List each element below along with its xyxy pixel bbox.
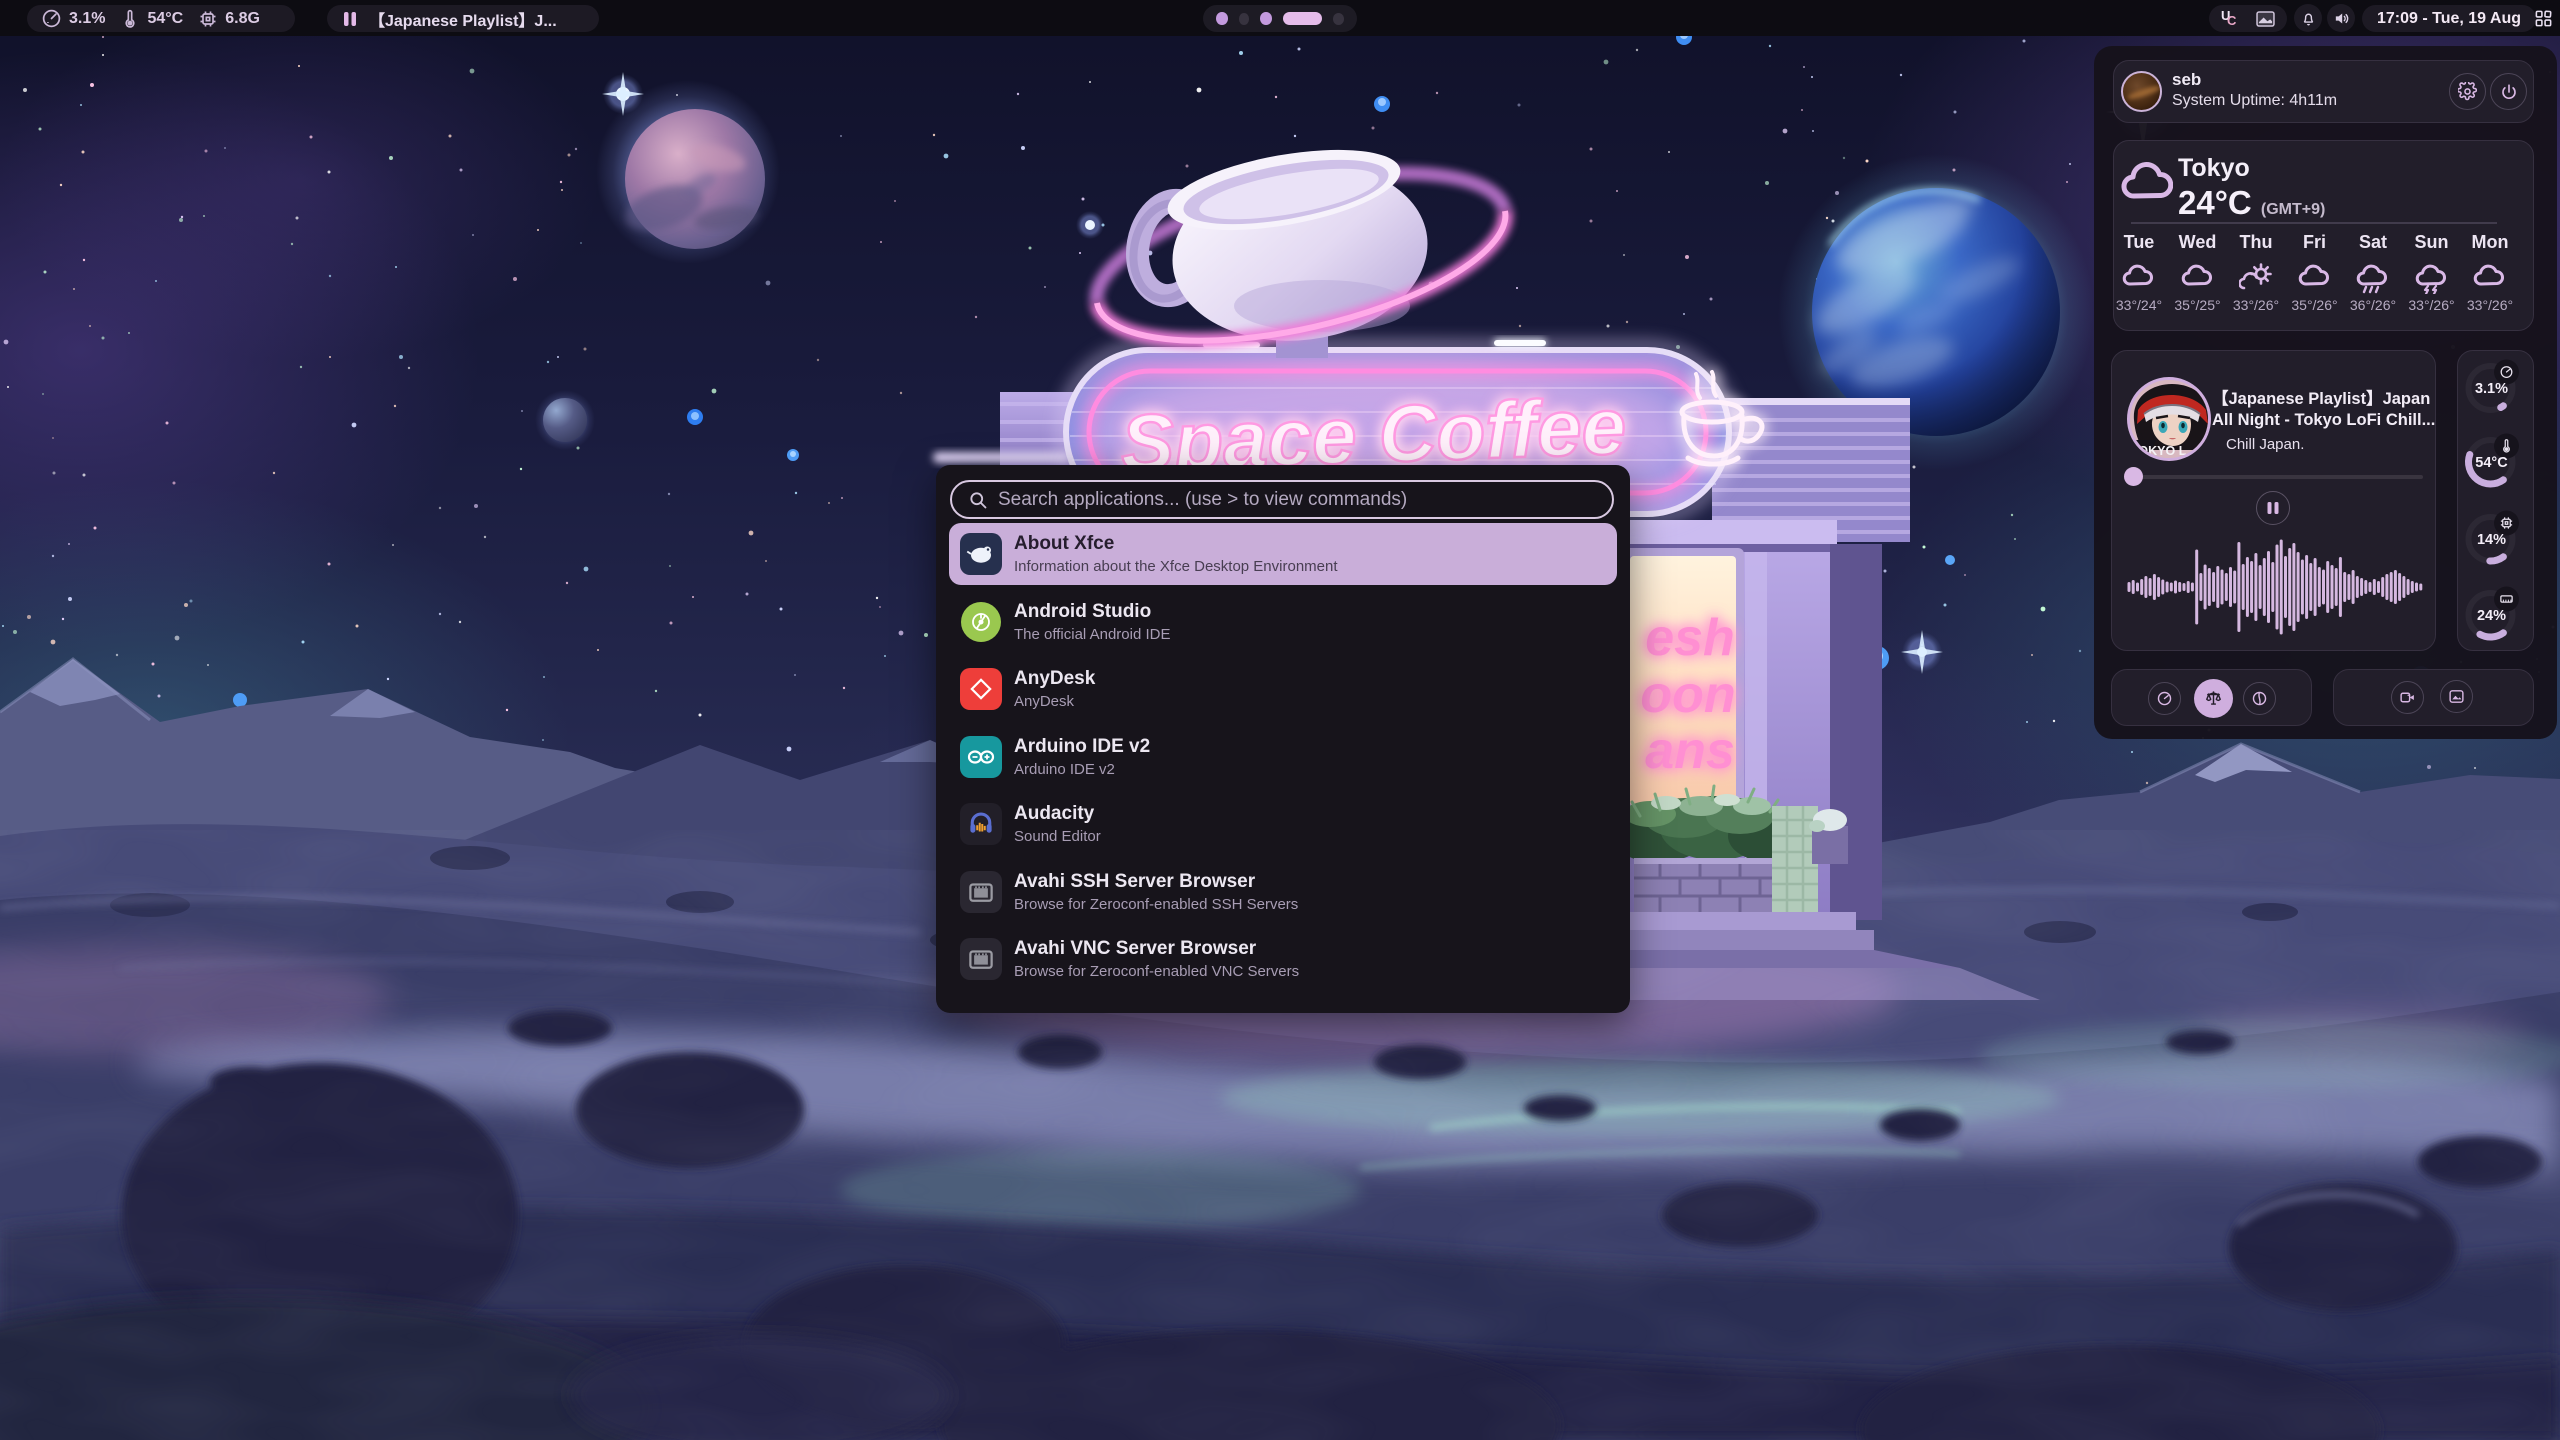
svg-text:esh: esh — [1645, 609, 1735, 667]
svg-text:ans: ans — [1645, 722, 1735, 780]
svg-text:14%: 14% — [2477, 532, 2506, 548]
svg-text:oon: oon — [1640, 666, 1735, 724]
svg-text:54°C: 54°C — [2475, 455, 2508, 471]
svg-text:3.1%: 3.1% — [2475, 381, 2508, 397]
svg-text:24%: 24% — [2477, 608, 2506, 624]
